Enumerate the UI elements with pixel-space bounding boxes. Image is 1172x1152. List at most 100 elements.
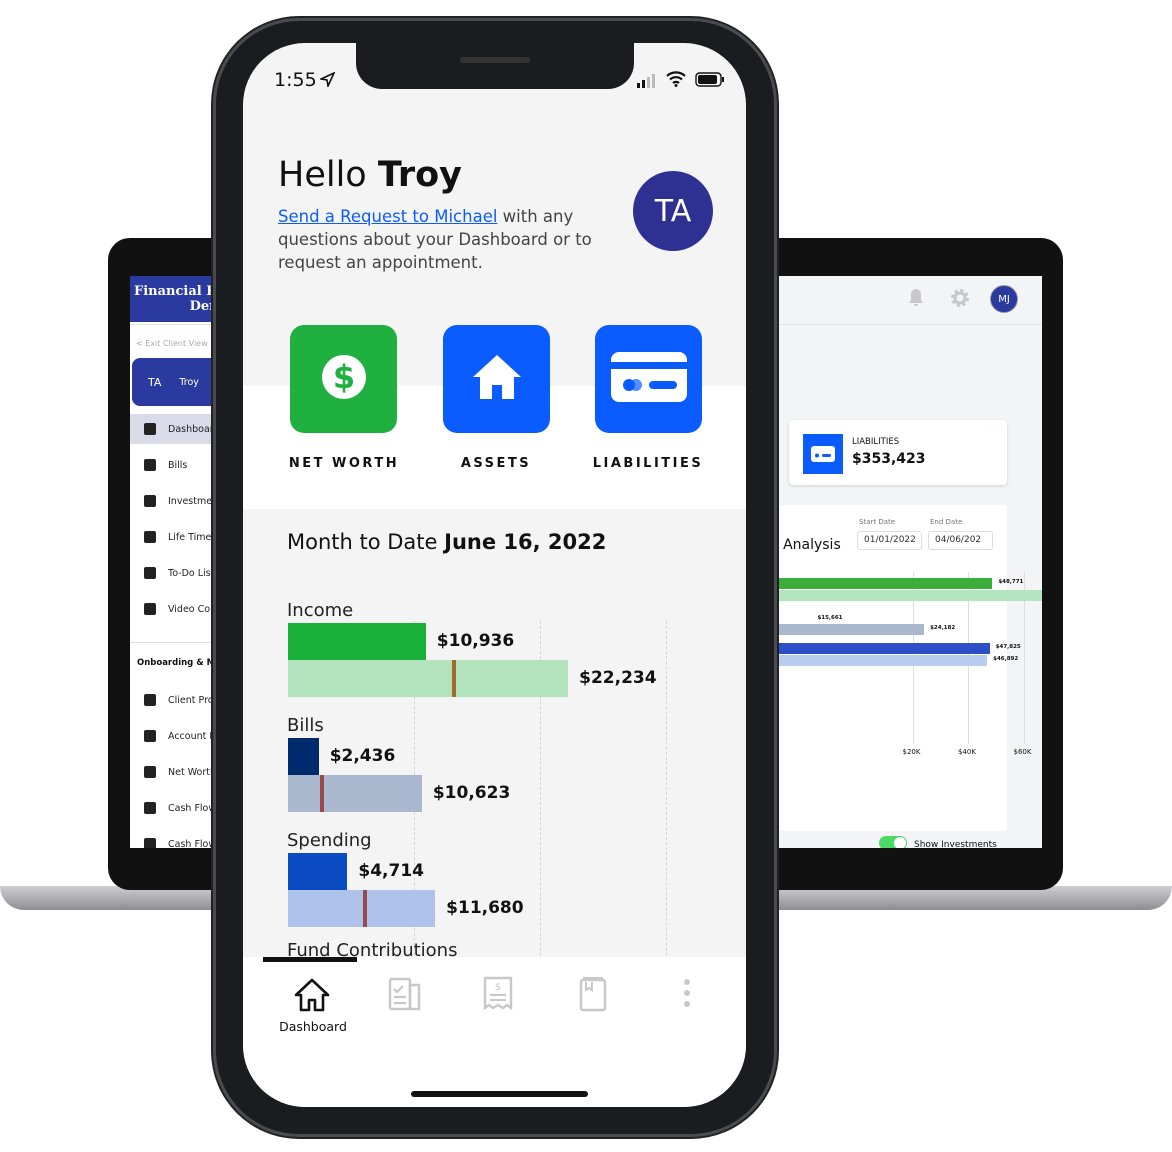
credit-card-icon [610,352,687,406]
sidebar-item[interactable]: Investmen [130,486,220,516]
dollar-icon: $ [321,354,367,404]
bar-value-label: $4,714 [358,861,424,881]
sidebar-item[interactable]: To-Do List [130,558,220,588]
bar-value-label: $11,680 [446,898,524,918]
tick-label: $60K [1013,748,1032,756]
battery-icon [695,72,725,91]
sidebar-item-icon [144,423,156,435]
bar[interactable] [288,853,348,890]
month-to-date-title: Month to Date June 16, 2022 [287,530,606,554]
sidebar-item[interactable]: Cash Flow I [130,793,222,823]
bar-value-label: $47,825 [995,644,1021,650]
analysis-bar [770,624,925,635]
sidebar-item-icon [144,802,156,814]
credit-card-icon [803,434,843,474]
sidebar-item-icon [144,531,156,543]
bottom-nav: Dashboard $ [243,957,746,1107]
sidebar-item-label: Net Worth [168,766,216,778]
sidebar-item-label: Bills [168,459,188,471]
bar-value-label: $10,936 [436,631,515,651]
sidebar-item[interactable]: Account In [130,721,220,751]
bar[interactable] [288,660,569,697]
bar-value-label: $22,234 [579,668,657,688]
bar[interactable] [288,738,319,775]
bar-value-label: $15,661 [817,615,843,621]
message-text: with any [497,207,574,226]
sidebar-item-icon [144,730,156,742]
title-line: Der [189,299,216,314]
svg-text:$: $ [332,358,354,396]
sidebar-item-label: Video Conf [168,603,220,615]
sidebar-item-icon [144,567,156,579]
tab-dashboard-label: Dashboard [279,1019,347,1034]
start-date-input[interactable]: 01/01/2022 [857,531,922,550]
sidebar-item[interactable]: Video Conf [130,594,220,624]
location-arrow-icon [318,71,336,91]
sidebar-item-icon [144,495,156,507]
analysis-card: e Analysis Start Date 01/01/2022 End Dat… [770,505,1042,831]
bar-value-label: $46,892 [993,656,1019,662]
send-request-link[interactable]: Send a Request to Michael [278,207,497,226]
bar-value-label: $10,623 [432,783,511,803]
sidebar-item-icon [144,838,156,848]
bar-value-label: $2,436 [329,746,396,766]
more-icon[interactable] [682,977,692,1009]
target-marker [320,775,325,812]
active-tab-indicator [263,957,357,962]
tick-label: $20K [902,748,921,756]
exit-client-view-link[interactable]: < Exit Client View [136,339,208,348]
analysis-bar [770,655,988,666]
sidebar-item-icon [144,694,156,706]
user-avatar[interactable]: MJ [990,285,1018,313]
category-label: Bills [287,715,324,736]
net-worth-tile[interactable]: $ [290,325,397,433]
liabilities-card[interactable]: LIABILITIES $353,423 [789,420,1007,485]
home-icon [294,978,330,1012]
liabilities-label: LIABILITIES [592,456,704,471]
sidebar-item[interactable]: Bills [130,450,220,480]
bar[interactable] [288,623,426,660]
start-date-label: Start Date [859,518,896,526]
sidebar-item-label: Cash Flow [168,838,217,849]
sidebar-item[interactable]: Cash Flow [130,829,220,848]
house-icon [471,353,523,405]
show-investments-toggle[interactable] [879,836,907,848]
checklist-icon[interactable] [388,977,422,1011]
bill-receipt-icon[interactable]: $ [483,976,513,1012]
message-text: questions about your Dashboard or to [278,230,592,249]
target-marker [362,890,367,927]
assets-tile[interactable] [443,325,550,433]
sidebar-item-label: Investmen [168,495,219,507]
svg-text:$: $ [495,982,501,993]
liabilities-value: $353,423 [852,451,926,467]
sidebar-item[interactable]: Life Time N [130,522,222,552]
sidebar-title: Financial Pl Der [130,276,221,322]
bell-icon[interactable] [908,288,923,306]
status-time: 1:55 [274,69,317,91]
bar[interactable] [288,890,436,927]
client-name: Troy [179,376,199,388]
greeting-hello: Hello [278,155,378,195]
book-icon[interactable] [579,976,607,1012]
mtd-prefix: Month to Date [287,530,445,554]
greeting: Hello Troy [278,155,462,195]
end-date-input[interactable]: 04/06/202 [928,531,993,550]
sidebar-item[interactable]: Client Profil [130,685,222,715]
bar[interactable] [288,775,422,812]
target-marker [452,660,457,697]
gear-icon[interactable] [950,288,970,312]
sidebar-item[interactable]: Dashboard [130,414,220,444]
sidebar-item-label: Dashboard [168,423,220,435]
signal-icon [637,73,659,92]
sidebar-item[interactable]: Net Worth [130,757,220,787]
avatar[interactable]: TA [633,171,713,251]
client-card[interactable]: TA Troy [132,358,220,406]
home-indicator [411,1091,588,1097]
analysis-title: e Analysis [770,537,841,553]
liabilities-tile[interactable] [595,325,702,433]
tab-dashboard[interactable]: Dashboard [278,973,348,1043]
sidebar-item-label: Account In [168,730,219,742]
wifi-icon [666,71,686,91]
greeting-name: Troy [377,155,462,195]
sidebar-item-icon [144,603,156,615]
